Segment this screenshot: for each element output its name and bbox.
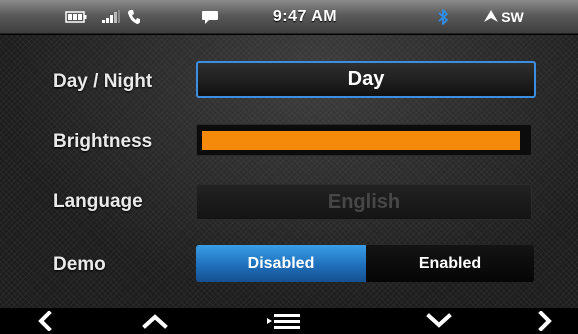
phone-icon [124, 0, 144, 34]
brightness-label: Brightness [53, 131, 153, 152]
clock-time: 9:47 AM [272, 8, 338, 25]
bluetooth-icon [434, 0, 452, 34]
menu-icon[interactable] [262, 308, 306, 334]
compass-heading: SW [472, 0, 536, 34]
message-icon [200, 0, 220, 34]
battery-icon [64, 0, 88, 34]
language-selector[interactable]: English [196, 184, 532, 220]
status-bar: 9:47 AM SW [0, 0, 578, 34]
language-label: Language [53, 191, 143, 212]
demo-label: Demo [53, 254, 106, 275]
day-night-value: Day [347, 68, 385, 90]
brightness-slider[interactable] [196, 124, 532, 156]
back-arrow-icon[interactable] [30, 308, 60, 334]
language-value: English [327, 190, 401, 213]
demo-disabled-label: Disabled [247, 254, 315, 272]
demo-enabled-button[interactable]: Enabled [366, 245, 534, 282]
demo-enabled-label: Enabled [418, 254, 482, 272]
forward-arrow-icon[interactable] [530, 308, 560, 334]
signal-icon [100, 0, 122, 34]
bottom-nav-bar [0, 308, 578, 334]
day-night-selector[interactable]: Day [196, 61, 536, 98]
up-arrow-icon[interactable] [138, 308, 172, 334]
day-night-label: Day / Night [53, 71, 153, 92]
brightness-level-fill [202, 131, 520, 150]
navigation-arrow-icon [484, 9, 499, 25]
settings-panel: Day / Night Day Brightness Language Engl… [0, 35, 578, 308]
down-arrow-icon[interactable] [422, 308, 456, 334]
compass-direction: SW [501, 9, 524, 25]
demo-disabled-button[interactable]: Disabled [196, 245, 366, 282]
